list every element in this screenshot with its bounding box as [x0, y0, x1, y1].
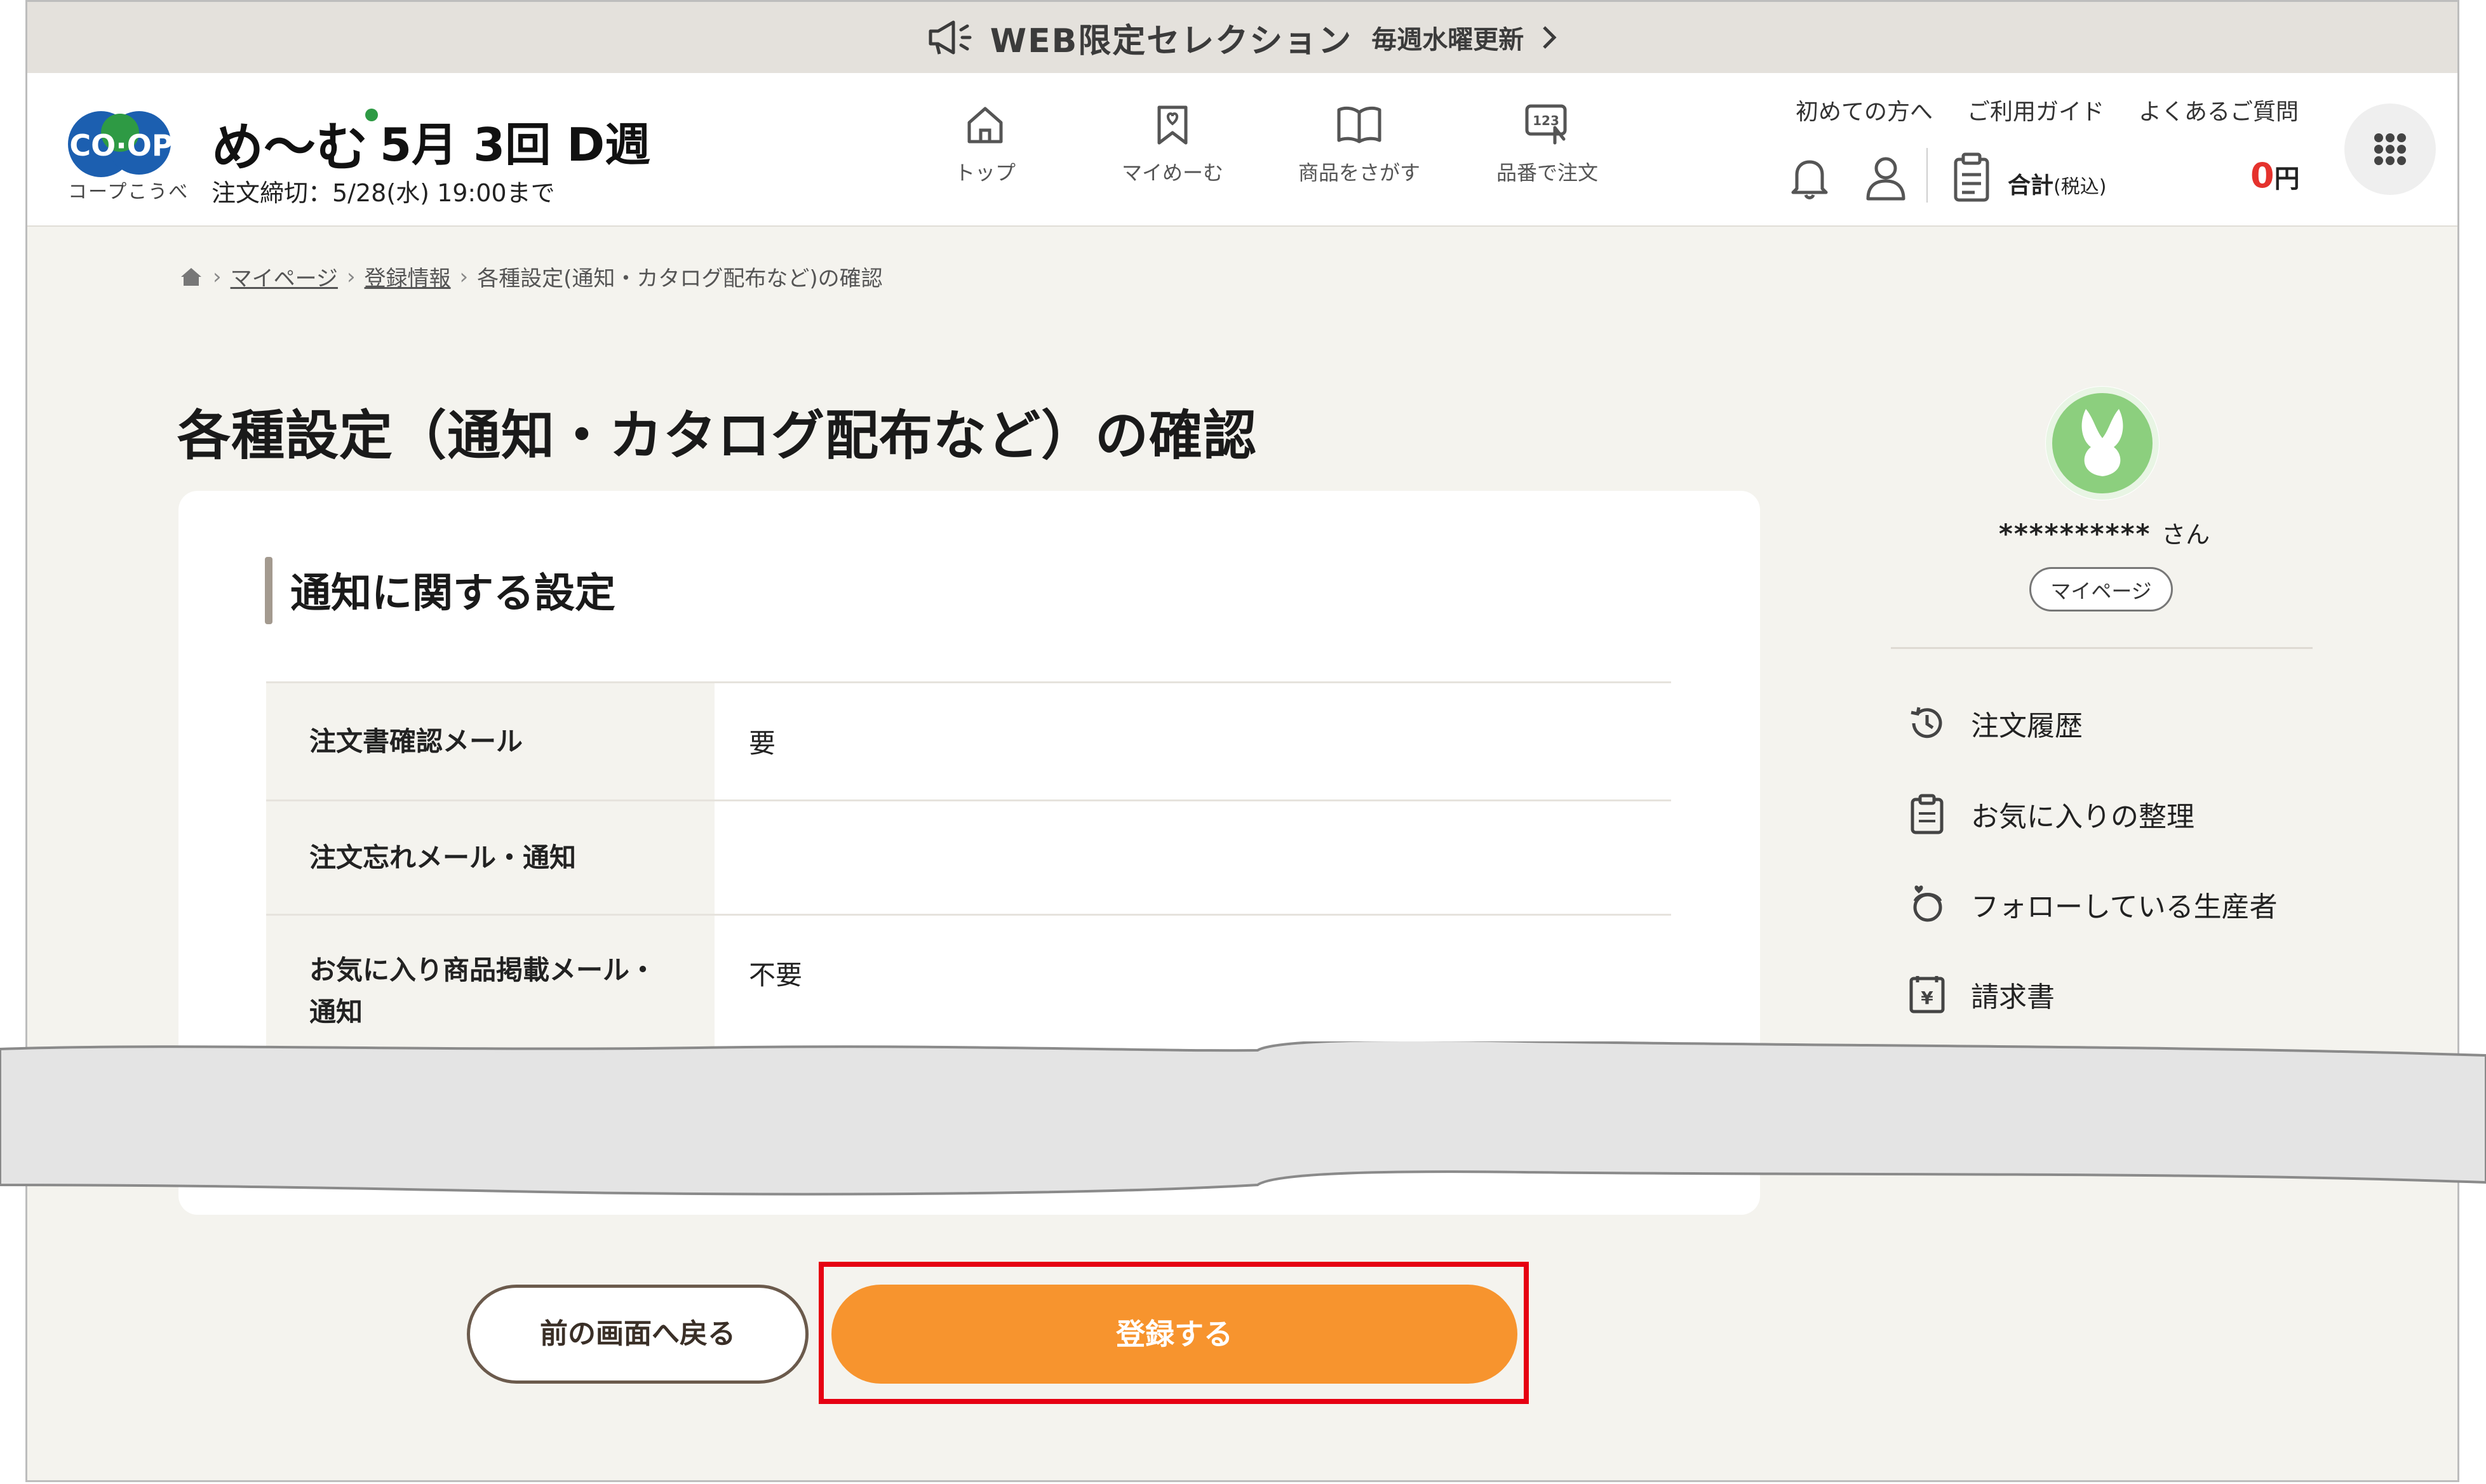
honorific: さん [2161, 521, 2210, 549]
back-button[interactable]: 前の画面へ戻る [467, 1285, 809, 1384]
browser-page: WEB限定セレクション 毎週水曜更新 CO·OP コープこうべ め〜む 5月 3… [25, 0, 2459, 1482]
setting-value: 要 [715, 681, 1671, 801]
book-icon [1337, 106, 1381, 144]
link-usage-guide[interactable]: ご利用ガイド [1967, 93, 2104, 126]
svg-text:¥: ¥ [1921, 987, 1933, 1008]
settings-card: 通知に関する設定 注文書確認メール 要 注文忘れメール・通知 お気に入り商品掲載… [178, 491, 1760, 1215]
svg-text:CO·OP: CO·OP [69, 128, 173, 163]
announcement-subtitle: 毎週水曜更新 [1371, 25, 1524, 55]
announcement-title: WEB限定セレクション [990, 22, 1353, 60]
menu-button[interactable] [2344, 104, 2436, 195]
total-amount: 0円 [2250, 156, 2300, 196]
nav-top[interactable]: トップ [912, 102, 1058, 186]
setting-label: お気に入り商品掲載メール・通知 [266, 914, 715, 1068]
grid-menu-icon [2374, 133, 2406, 165]
nav-top-label: トップ [954, 161, 1016, 185]
breadcrumb-separator-icon: › [213, 264, 222, 290]
brand-text: め〜む [212, 117, 368, 178]
setting-value: 不要 [715, 914, 1671, 1068]
home-icon[interactable] [178, 264, 204, 290]
total-label: 合計(税込) [2008, 167, 2106, 200]
breadcrumb: › マイページ › 登録情報 › 各種設定(通知・カタログ配布など)の確認 [178, 261, 883, 292]
svg-text:123: 123 [1533, 113, 1559, 128]
nav-search-products-label: 商品をさがす [1298, 161, 1420, 185]
invoice-icon: ¥ [1909, 976, 1945, 1013]
nav-order-by-number-label: 品番で注文 [1496, 161, 1598, 185]
producer-icon [1913, 885, 1942, 922]
megaphone-icon [929, 20, 972, 55]
section-title: 通知に関する設定 [265, 557, 615, 624]
avatar[interactable] [2045, 386, 2160, 500]
sidebar-item-invoice[interactable]: ¥ 請求書 [1907, 973, 2055, 1015]
site-header: CO·OP コープこうべ め〜む 5月 3回 D週 注文締切：5/28(水) 1… [27, 73, 2457, 227]
announcement-bar[interactable]: WEB限定セレクション 毎週水曜更新 [27, 2, 2457, 73]
setting-label: 注文書確認メール [266, 681, 715, 801]
total-label-text: 合計 [2008, 173, 2054, 199]
bookmark-heart-icon [1157, 105, 1188, 145]
nav-search-products[interactable]: 商品をさがす [1286, 102, 1432, 186]
sidebar-item-label: お気に入りの整理 [1971, 801, 2194, 833]
header-divider [1926, 148, 1928, 203]
breadcrumb-separator-icon: › [459, 264, 469, 290]
order-deadline: 注文締切：5/28(水) 19:00まで [212, 179, 555, 207]
breadcrumb-separator-icon: › [346, 264, 356, 290]
link-first-time[interactable]: 初めての方へ [1796, 93, 1933, 126]
total-amount-value: 0 [2250, 156, 2274, 196]
sidebar-item-label: フォローしている生産者 [1971, 891, 2278, 923]
clipboard-icon[interactable] [1952, 152, 1991, 203]
user-icon[interactable] [1864, 154, 1907, 201]
table-row: お気に入り商品掲載メール・通知 不要 [266, 914, 1671, 1068]
sidebar-item-label: 注文履歴 [1971, 710, 2083, 742]
breadcrumb-registration-info[interactable]: 登録情報 [365, 261, 451, 292]
home-icon [967, 107, 1003, 144]
mypage-button[interactable]: マイページ [2029, 567, 2173, 612]
nav-order-by-number[interactable]: 123 品番で注文 [1474, 102, 1620, 186]
total-tax-note: (税込) [2053, 176, 2107, 198]
setting-label: 注文忘れメール・通知 [266, 799, 715, 916]
sidebar-divider [1891, 647, 2313, 649]
delivery-round: 5月 3回 D週 [380, 118, 651, 171]
table-row: 注文書確認メール 要 [266, 681, 1671, 801]
chevron-right-icon [1543, 26, 1557, 49]
sidebar-item-followed-producers[interactable]: フォローしている生産者 [1907, 883, 2278, 925]
breadcrumb-current: 各種設定(通知・カタログ配布など)の確認 [477, 266, 883, 291]
nav-my-meemu[interactable]: マイめーむ [1099, 102, 1246, 186]
number-entry-icon: 123 [1525, 104, 1567, 145]
settings-table: 注文書確認メール 要 注文忘れメール・通知 お気に入り商品掲載メール・通知 不要 [266, 681, 1671, 1068]
username-value: ********** [1998, 518, 2151, 549]
link-faq[interactable]: よくあるご質問 [2139, 93, 2299, 126]
setting-value [715, 799, 1671, 916]
favorites-list-icon [1911, 794, 1944, 834]
bell-icon[interactable] [1789, 156, 1830, 200]
brand-dot-icon [365, 109, 379, 121]
page-title: 各種設定（通知・カタログ配布など）の確認 [177, 404, 1258, 467]
currency-label: 円 [2274, 164, 2300, 194]
history-icon [1911, 707, 1942, 739]
register-button[interactable]: 登録する [831, 1285, 1517, 1384]
username: ********** さん [1945, 515, 2263, 550]
table-row: 注文忘れメール・通知 [266, 799, 1671, 916]
sidebar-item-label: 請求書 [1971, 981, 2055, 1013]
logo-subtitle: コープこうべ [68, 181, 189, 203]
breadcrumb-mypage[interactable]: マイページ [231, 261, 338, 292]
nav-my-meemu-label: マイめーむ [1121, 161, 1223, 185]
sidebar-item-favorites[interactable]: お気に入りの整理 [1907, 793, 2194, 835]
sidebar-item-order-history[interactable]: 注文履歴 [1907, 703, 2083, 744]
top-links: 初めての方へ ご利用ガイド よくあるご質問 [1796, 93, 2299, 126]
brand-name[interactable]: め〜む [212, 105, 379, 180]
coop-logo[interactable]: CO·OP [64, 100, 178, 189]
